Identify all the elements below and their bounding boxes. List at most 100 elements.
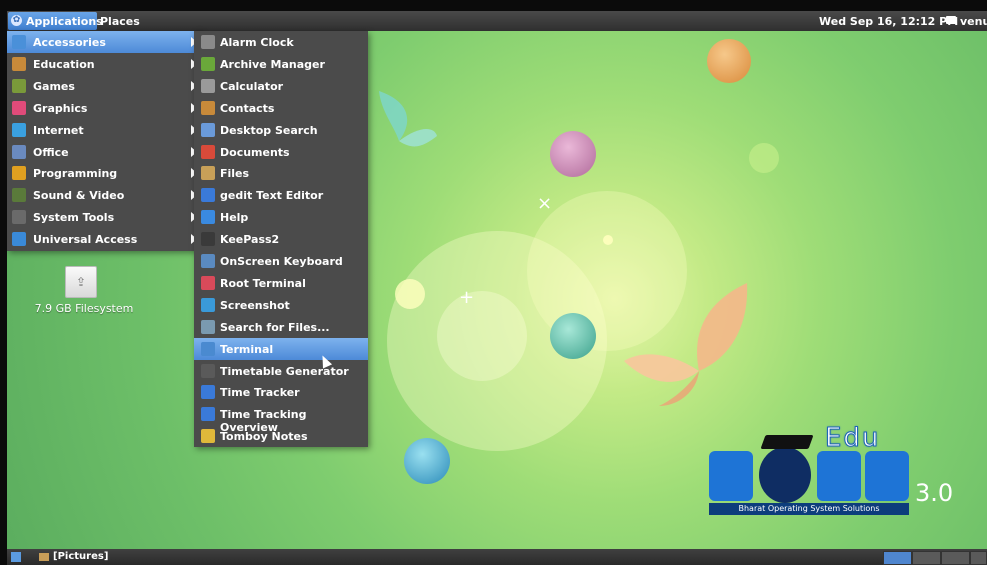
show-desktop-icon[interactable] <box>11 552 21 562</box>
menu-item-internet[interactable]: Internet <box>7 119 201 141</box>
bokeh-light <box>749 143 779 173</box>
root-terminal-icon <box>201 275 215 290</box>
menu-item-programming[interactable]: Programming <box>7 162 201 184</box>
menu-item-onscreen-keyboard[interactable]: OnScreen Keyboard <box>194 250 368 272</box>
applications-category-menu: Accessories Education Games Graphics Interne… <box>7 31 201 251</box>
butterfly-teal <box>379 91 437 147</box>
universal-access-icon <box>12 232 26 247</box>
menu-item-root-terminal[interactable]: Root Terminal <box>194 272 368 294</box>
menu-item-education[interactable]: Education <box>7 53 201 75</box>
applications-label: Applications <box>26 15 103 28</box>
menu-item-label: Graphics <box>33 101 88 115</box>
menu-item-contacts[interactable]: Contacts <box>194 97 368 119</box>
menu-item-sound-video[interactable]: Sound & Video <box>7 184 201 206</box>
applications-menu-button[interactable]: ✿ Applications <box>8 12 103 30</box>
menu-item-office[interactable]: Office <box>7 141 201 163</box>
boss-logo: Edu 3.0 Bharat Operating System Solution… <box>707 421 977 521</box>
menu-item-gedit-text-editor[interactable]: gedit Text Editor <box>194 184 368 206</box>
terminal-icon <box>201 341 215 356</box>
menu-item-archive-manager[interactable]: Archive Manager <box>194 53 368 75</box>
usb-drive-icon: ⇪ <box>65 266 97 298</box>
menu-item-search-for-files[interactable]: Search for Files... <box>194 316 368 338</box>
menu-item-label: Search for Files... <box>220 320 330 334</box>
workspace-4[interactable] <box>970 551 987 565</box>
menu-item-label: Programming <box>33 167 118 181</box>
menu-item-label: Terminal <box>220 342 274 356</box>
workspace-2[interactable] <box>912 551 941 565</box>
menu-item-time-tracking-overview[interactable]: Time Tracking Overview <box>194 403 368 434</box>
menu-item-graphics[interactable]: Graphics <box>7 97 201 119</box>
menu-item-universal-access[interactable]: Universal Access <box>7 228 201 250</box>
bubble-pink <box>550 131 596 177</box>
sparkle-icon: + <box>459 287 475 308</box>
user-menu[interactable]: venu <box>960 15 987 28</box>
menu-item-label: Universal Access <box>33 233 138 247</box>
menu-item-documents[interactable]: Documents <box>194 141 368 163</box>
menu-item-label: Documents <box>220 145 290 159</box>
menu-item-label: Time Tracker <box>220 386 300 400</box>
menu-item-desktop-search[interactable]: Desktop Search <box>194 119 368 141</box>
menu-item-label: Alarm Clock <box>220 36 294 49</box>
workspace-3[interactable] <box>941 551 970 565</box>
drive-label: 7.9 GB Filesystem <box>34 302 134 315</box>
bokeh-light <box>395 279 425 309</box>
menu-item-keepass2[interactable]: KeePass2 <box>194 228 368 250</box>
files-icon <box>201 166 215 181</box>
clock[interactable]: Wed Sep 16, 12:12 PM <box>819 15 958 28</box>
time-tracking-overview-icon <box>201 407 215 422</box>
menu-item-alarm-clock[interactable]: Alarm Clock <box>194 31 368 53</box>
archive-manager-icon <box>201 56 215 71</box>
menu-item-label: KeePass2 <box>220 233 280 247</box>
menu-item-label: Internet <box>33 123 84 137</box>
menu-item-screenshot[interactable]: Screenshot <box>194 294 368 316</box>
desktop[interactable]: × + ⇪ 7.9 GB Filesystem Edu 3.0 Bharat O… <box>7 11 987 565</box>
games-icon <box>12 78 26 93</box>
menu-item-timetable-generator[interactable]: Timetable Generator <box>194 360 368 382</box>
chat-icon[interactable] <box>946 16 956 24</box>
menu-item-games[interactable]: Games <box>7 75 201 97</box>
menu-item-label: Archive Manager <box>220 57 325 71</box>
menu-item-time-tracker[interactable]: Time Tracker <box>194 381 368 403</box>
system-tools-icon <box>12 210 26 225</box>
education-icon <box>12 56 26 71</box>
timetable-generator-icon <box>201 363 215 378</box>
documents-icon <box>201 144 215 159</box>
accessories-icon <box>12 35 26 49</box>
bokeh-light <box>603 235 613 245</box>
folder-icon <box>39 553 49 561</box>
menu-item-help[interactable]: Help <box>194 206 368 228</box>
internet-icon <box>12 122 26 137</box>
menu-item-label: Accessories <box>33 36 106 49</box>
menu-item-label: Tomboy Notes <box>220 430 308 444</box>
bubble-teal <box>550 313 596 359</box>
menu-item-label: Timetable Generator <box>220 364 349 378</box>
menu-item-tomboy-notes[interactable]: Tomboy Notes <box>194 425 368 447</box>
logo-letter-s <box>817 451 861 501</box>
graphics-icon <box>12 100 26 115</box>
menu-item-label: Screenshot <box>220 298 290 312</box>
taskbar-window-pictures[interactable]: [Pictures] <box>53 551 108 562</box>
menu-item-accessories[interactable]: Accessories <box>7 31 201 53</box>
workspace-1[interactable] <box>883 551 912 565</box>
menu-item-label: Games <box>33 79 75 93</box>
menu-item-files[interactable]: Files <box>194 162 368 184</box>
help-icon <box>201 210 215 225</box>
onscreen-keyboard-icon <box>201 254 215 268</box>
menu-item-terminal[interactable]: Terminal <box>194 337 368 360</box>
screenshot-icon <box>201 297 215 312</box>
menu-item-label: System Tools <box>33 211 115 225</box>
menu-item-label: Help <box>220 211 249 225</box>
search-files-icon <box>201 319 215 334</box>
places-menu-button[interactable]: Places <box>100 15 140 28</box>
logo-letter-b <box>709 451 753 501</box>
office-icon <box>12 144 26 159</box>
menu-item-label: Contacts <box>220 101 275 115</box>
tomboy-notes-icon <box>201 429 215 444</box>
top-panel: ✿ Applications Places Wed Sep 16, 12:12 … <box>7 11 987 31</box>
menu-item-calculator[interactable]: Calculator <box>194 75 368 97</box>
desktop-search-icon <box>201 122 215 137</box>
logo-tagline: Bharat Operating System Solutions <box>709 503 909 515</box>
sound-video-icon <box>12 188 26 203</box>
keepass-icon <box>201 232 215 247</box>
menu-item-system-tools[interactable]: System Tools <box>7 206 201 228</box>
